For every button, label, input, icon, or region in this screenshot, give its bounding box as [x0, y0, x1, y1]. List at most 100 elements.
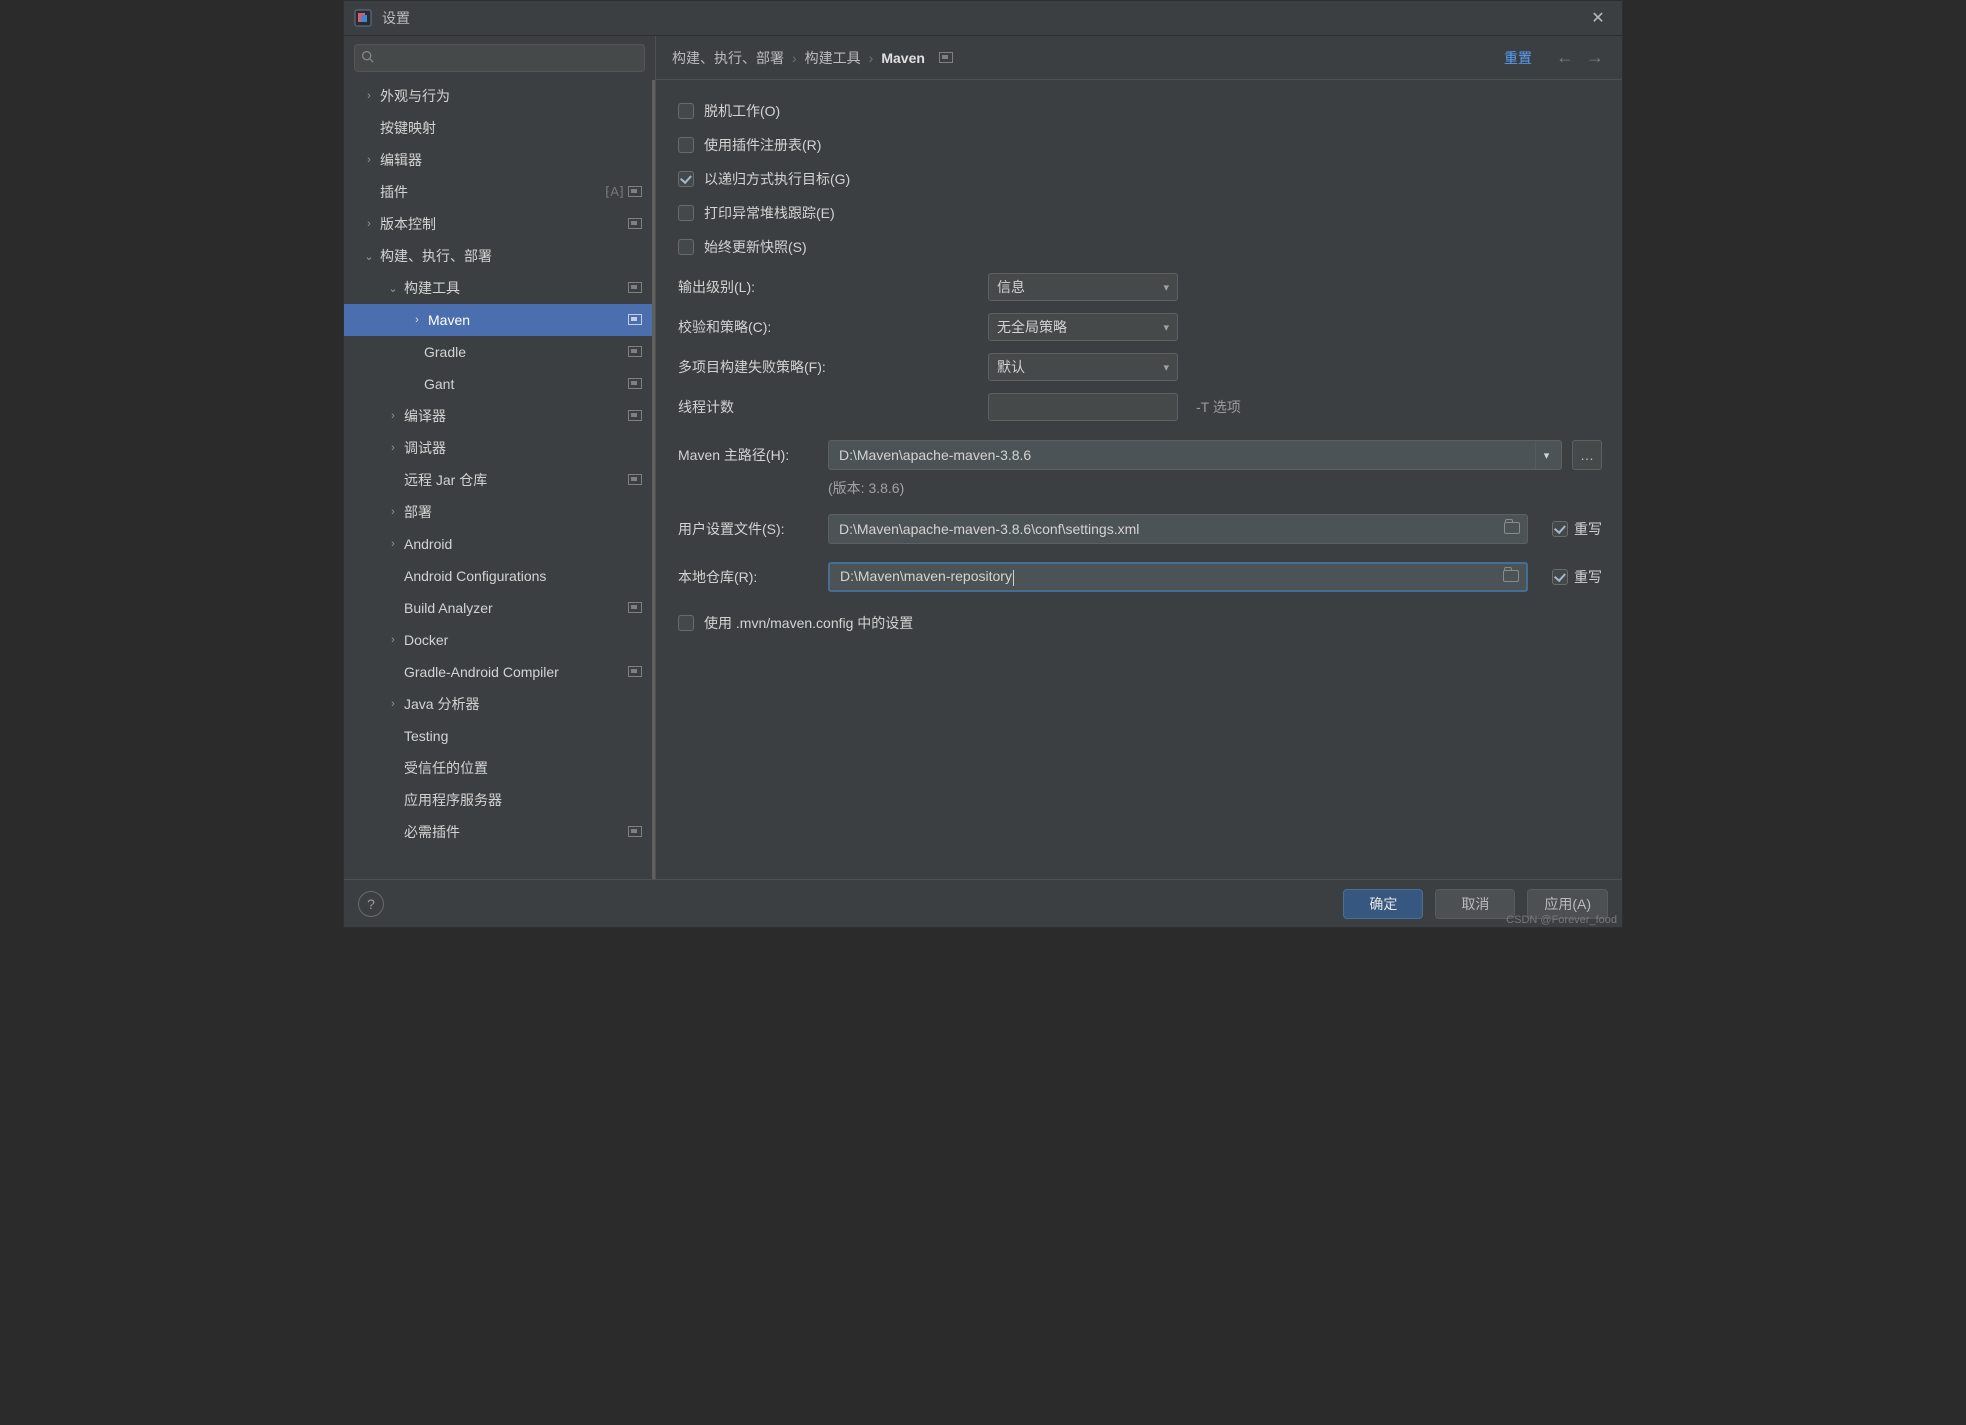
maven-home-combo[interactable]: D:\Maven\apache-maven-3.8.6 ▾ [828, 440, 1562, 470]
chevron-right-icon: › [386, 442, 400, 454]
sidebar-item-docker[interactable]: ›Docker [344, 624, 652, 656]
fail-policy-select[interactable]: 默认▾ [988, 353, 1178, 381]
sidebar-item-label: Gant [424, 376, 624, 392]
chevron-right-icon: › [386, 634, 400, 646]
chevron-down-icon: ⌄ [362, 250, 376, 263]
chevron-right-icon: › [386, 410, 400, 422]
sidebar-item-label: 编辑器 [380, 150, 644, 170]
chevron-right-icon: › [792, 50, 797, 66]
chevron-down-icon: ▾ [1535, 441, 1557, 469]
cancel-button[interactable]: 取消 [1435, 889, 1515, 919]
checksum-policy-select[interactable]: 无全局策略▾ [988, 313, 1178, 341]
window-title: 设置 [382, 8, 1584, 28]
fail-policy-label: 多项目构建失败策略(F): [678, 357, 978, 377]
maven-home-label: Maven 主路径(H): [678, 445, 818, 465]
sidebar-item-label: Android [404, 536, 644, 552]
local-repo-override-label: 重写 [1574, 567, 1602, 587]
sidebar-item-build[interactable]: ⌄ 构建、执行、部署 [344, 240, 652, 272]
sidebar-item-label: Android Configurations [404, 568, 644, 584]
breadcrumb: 构建、执行、部署 › 构建工具 › Maven [672, 48, 1496, 68]
threads-input[interactable] [988, 393, 1178, 421]
settings-window: 设置 ✕ › 外观与行为 按键映射 › 编辑器 插件⁅A⁆ ›版本控制 ⌄ 构建、执行… [343, 0, 1623, 928]
chevron-down-icon: ▾ [1163, 321, 1169, 334]
local-repo-value: D:\Maven\maven-repository [840, 568, 1014, 585]
user-settings-override-checkbox[interactable] [1552, 521, 1568, 537]
sidebar-item-label: 必需插件 [404, 822, 624, 842]
sidebar-item-editor[interactable]: › 编辑器 [344, 144, 652, 176]
folder-icon[interactable] [1501, 521, 1523, 537]
content-header: 构建、执行、部署 › 构建工具 › Maven 重置 ← → [656, 36, 1622, 80]
threads-label: 线程计数 [678, 397, 978, 417]
chevron-right-icon: › [362, 154, 376, 166]
sidebar-item-plugins[interactable]: 插件⁅A⁆ [344, 176, 652, 208]
sidebar-item-required-plugins[interactable]: 必需插件 [344, 816, 652, 848]
registry-checkbox[interactable] [678, 137, 694, 153]
threads-hint: -T 选项 [1196, 397, 1241, 417]
maven-config-checkbox[interactable] [678, 615, 694, 631]
scope-icon [628, 280, 644, 296]
scope-icon [628, 184, 644, 200]
watermark: CSDN @Forever_food [1506, 914, 1617, 926]
sidebar-item-remotejar[interactable]: 远程 Jar 仓库 [344, 464, 652, 496]
maven-home-browse-button[interactable]: … [1572, 440, 1602, 470]
scope-icon [628, 312, 644, 328]
forward-icon[interactable]: → [1584, 47, 1606, 68]
breadcrumb-item[interactable]: 构建、执行、部署 [672, 48, 784, 68]
sidebar-item-gradle-android[interactable]: Gradle-Android Compiler [344, 656, 652, 688]
help-button[interactable]: ? [358, 891, 384, 917]
sidebar-item-label: Java 分析器 [404, 694, 644, 714]
sidebar-item-label: 外观与行为 [380, 86, 644, 106]
content-panel: 构建、执行、部署 › 构建工具 › Maven 重置 ← → 脱机工作(O) 使… [656, 36, 1622, 879]
offline-checkbox[interactable] [678, 103, 694, 119]
user-settings-input[interactable]: D:\Maven\apache-maven-3.8.6\conf\setting… [828, 514, 1528, 544]
recursive-label: 以递归方式执行目标(G) [704, 169, 850, 189]
sidebar-item-vcs[interactable]: ›版本控制 [344, 208, 652, 240]
local-repo-override-checkbox[interactable] [1552, 569, 1568, 585]
chevron-right-icon: › [869, 50, 874, 66]
sidebar-item-android-conf[interactable]: Android Configurations [344, 560, 652, 592]
sidebar-item-gradle[interactable]: Gradle [344, 336, 652, 368]
local-repo-input[interactable]: D:\Maven\maven-repository [828, 562, 1528, 592]
scope-icon [628, 344, 644, 360]
maven-version: (版本: 3.8.6) [828, 478, 1602, 498]
chevron-right-icon: › [386, 506, 400, 518]
sidebar-item-trusted[interactable]: 受信任的位置 [344, 752, 652, 784]
close-icon[interactable]: ✕ [1584, 8, 1612, 28]
reset-link[interactable]: 重置 [1504, 48, 1532, 68]
chevron-down-icon: ▾ [1163, 361, 1169, 374]
sidebar-item-compiler[interactable]: ›编译器 [344, 400, 652, 432]
offline-label: 脱机工作(O) [704, 101, 780, 121]
search-input[interactable] [354, 44, 645, 72]
breadcrumb-item[interactable]: 构建工具 [805, 48, 861, 68]
sidebar-item-deployment[interactable]: ›部署 [344, 496, 652, 528]
registry-label: 使用插件注册表(R) [704, 135, 821, 155]
snapshot-checkbox[interactable] [678, 239, 694, 255]
sidebar-item-buildtools[interactable]: ⌄构建工具 [344, 272, 652, 304]
recursive-checkbox[interactable] [678, 171, 694, 187]
sidebar-item-gant[interactable]: Gant [344, 368, 652, 400]
sidebar-item-label: Testing [404, 728, 644, 744]
sidebar-item-java-analyzer[interactable]: ›Java 分析器 [344, 688, 652, 720]
search-icon [361, 50, 374, 66]
scope-icon [628, 664, 644, 680]
lang-icon: ⁅A⁆ [605, 184, 624, 200]
sidebar-item-build-analyzer[interactable]: Build Analyzer [344, 592, 652, 624]
folder-icon[interactable] [1500, 569, 1522, 585]
back-icon[interactable]: ← [1554, 47, 1576, 68]
sidebar-item-maven[interactable]: ›Maven [344, 304, 652, 336]
output-level-select[interactable]: 信息▾ [988, 273, 1178, 301]
maven-home-value: D:\Maven\apache-maven-3.8.6 [839, 447, 1535, 463]
user-settings-value: D:\Maven\apache-maven-3.8.6\conf\setting… [839, 521, 1501, 537]
sidebar-item-appearance[interactable]: › 外观与行为 [344, 80, 652, 112]
sidebar-item-appservers[interactable]: 应用程序服务器 [344, 784, 652, 816]
stacktrace-checkbox[interactable] [678, 205, 694, 221]
sidebar-item-label: 应用程序服务器 [404, 790, 644, 810]
ok-button[interactable]: 确定 [1343, 889, 1423, 919]
sidebar-item-debugger[interactable]: ›调试器 [344, 432, 652, 464]
sidebar-item-android[interactable]: ›Android [344, 528, 652, 560]
sidebar-item-keymap[interactable]: 按键映射 [344, 112, 652, 144]
sidebar-item-testing[interactable]: Testing [344, 720, 652, 752]
sidebar-item-label: 构建、执行、部署 [380, 246, 644, 266]
chevron-down-icon: ▾ [1163, 281, 1169, 294]
chevron-right-icon: › [362, 90, 376, 102]
